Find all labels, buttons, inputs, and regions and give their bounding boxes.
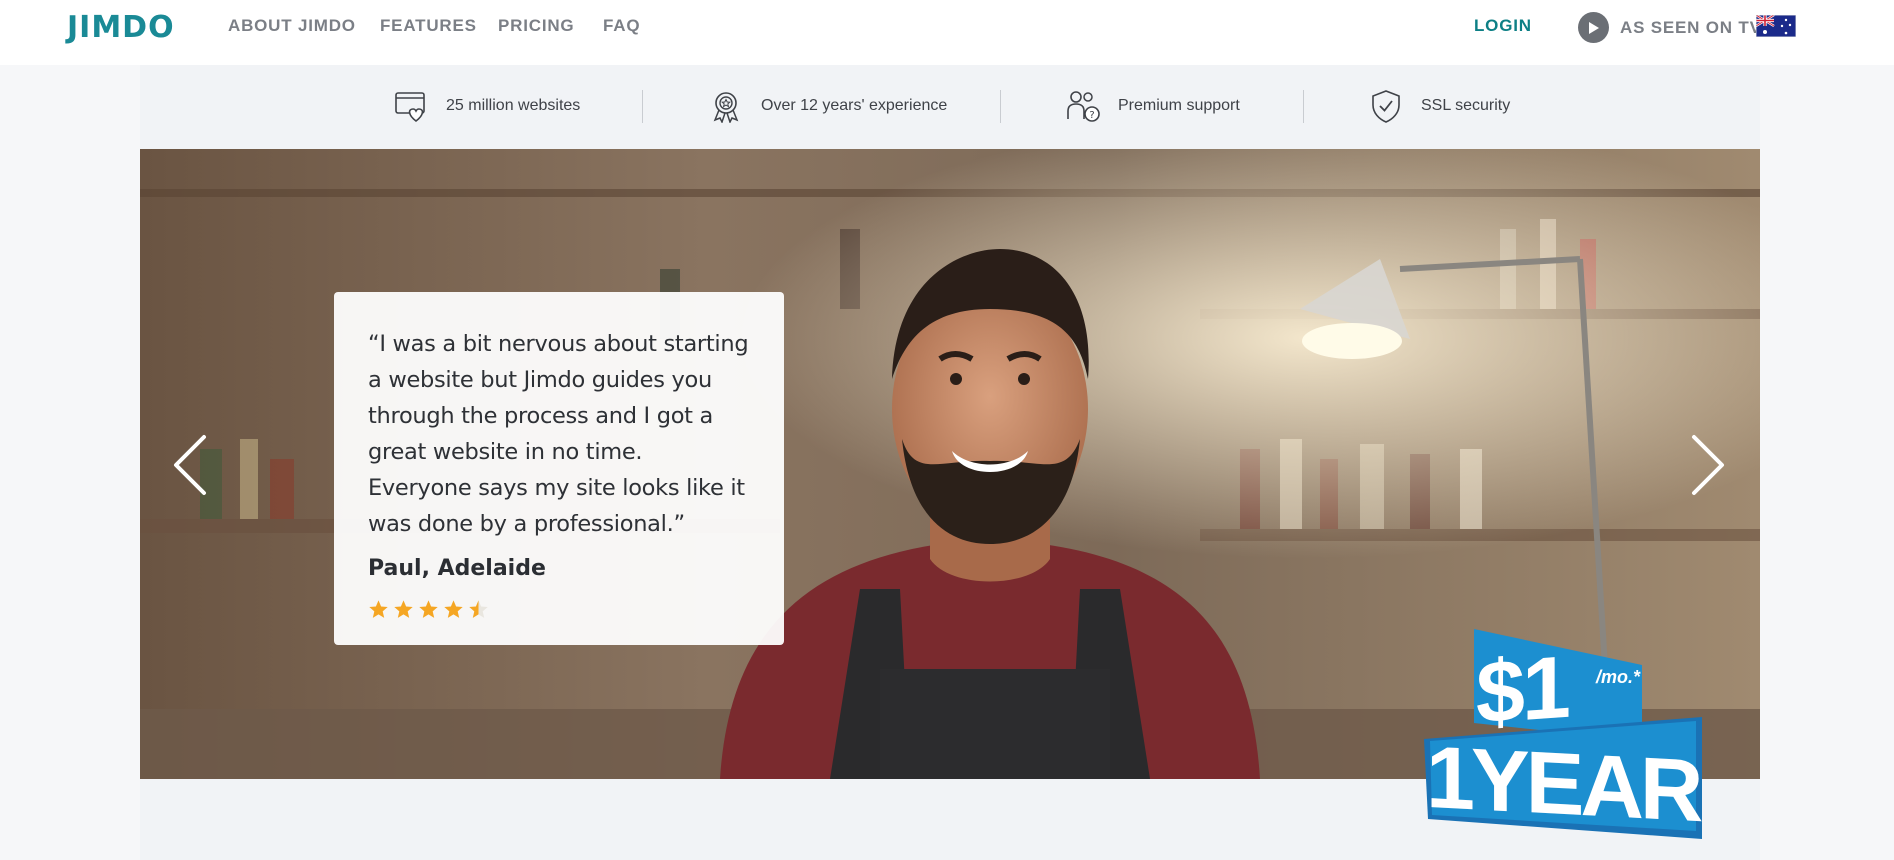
login-link[interactable]: LOGIN: [1474, 16, 1532, 36]
divider: [1000, 90, 1001, 123]
rating-stars: [368, 599, 750, 620]
star-half-icon: [469, 600, 488, 618]
star-icon: [369, 600, 388, 618]
testimonial-card: “I was a bit nervous about starting a we…: [334, 292, 784, 645]
nav-pricing[interactable]: PRICING: [498, 16, 574, 36]
chevron-left-icon[interactable]: [170, 433, 210, 497]
star-icon: [444, 600, 463, 618]
trust-item: Over 12 years' experience: [709, 89, 947, 123]
promo-per-month: /mo.*: [1596, 667, 1641, 687]
shield-check-icon: [1372, 90, 1400, 123]
trust-label: Premium support: [1118, 97, 1240, 114]
trust-item: SSL security: [1369, 89, 1510, 123]
promo-price: $1: [1476, 636, 1568, 743]
promo-badge[interactable]: $1 /mo.* 1YEAR: [1420, 623, 1705, 843]
divider: [642, 90, 643, 123]
divider: [1303, 90, 1304, 123]
svg-text:?: ?: [1089, 110, 1094, 121]
promo-term: 1YEAR: [1426, 726, 1700, 841]
australia-flag-icon[interactable]: [1756, 15, 1796, 37]
play-icon: [1578, 12, 1609, 43]
site-header: JIMDO ABOUT JIMDO FEATURES PRICING FAQ L…: [0, 0, 1894, 65]
as-seen-on-tv-link[interactable]: AS SEEN ON TV: [1578, 12, 1762, 43]
testimonial-quote: “I was a bit nervous about starting a we…: [368, 331, 749, 537]
chevron-right-icon[interactable]: [1688, 433, 1728, 497]
support-people-icon: ?: [1067, 91, 1100, 122]
award-icon: [713, 92, 739, 123]
jimdo-logo[interactable]: JIMDO: [67, 10, 175, 45]
trust-bar: 25 million websites Over 12 years' exper…: [140, 65, 1760, 149]
nav-features[interactable]: FEATURES: [380, 16, 477, 36]
website-heart-icon: [395, 92, 425, 123]
nav-about-jimdo[interactable]: ABOUT JIMDO: [228, 16, 356, 36]
trust-label: SSL security: [1421, 97, 1511, 114]
nav-faq[interactable]: FAQ: [603, 16, 640, 36]
trust-label: 25 million websites: [446, 97, 581, 114]
trust-item: ? Premium support: [1066, 89, 1240, 123]
testimonial-author: Paul, Adelaide: [368, 556, 546, 581]
as-seen-on-tv-label: AS SEEN ON TV: [1620, 17, 1762, 37]
star-icon: [394, 600, 413, 618]
trust-label: Over 12 years' experience: [761, 97, 948, 114]
star-icon: [419, 600, 438, 618]
trust-item: 25 million websites: [394, 89, 580, 123]
